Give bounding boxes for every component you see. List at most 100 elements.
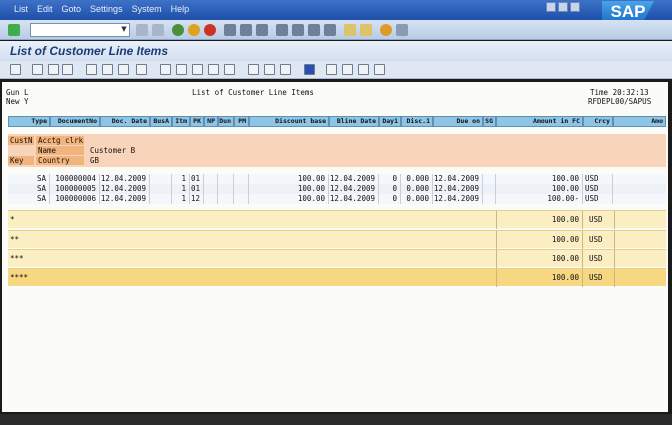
- col-documentno[interactable]: DocumentNo: [50, 116, 100, 127]
- change-layout-icon[interactable]: [280, 64, 291, 75]
- title-bar: List of Customer Line Items: [0, 41, 672, 61]
- cell-dun: [218, 184, 234, 194]
- menu-edit[interactable]: Edit: [37, 4, 53, 14]
- last-page-icon-2[interactable]: [374, 64, 385, 75]
- help-icon[interactable]: [380, 24, 392, 36]
- col-due-on[interactable]: Due on: [433, 116, 483, 127]
- new-session-icon[interactable]: [344, 24, 356, 36]
- next-page-icon[interactable]: [308, 24, 320, 36]
- menu-goto[interactable]: Goto: [62, 4, 82, 14]
- print-icon[interactable]: [224, 24, 236, 36]
- shortcut-icon[interactable]: [360, 24, 372, 36]
- close-icon[interactable]: [570, 2, 580, 12]
- enter-icon[interactable]: [8, 24, 20, 36]
- col-pm[interactable]: PM: [234, 116, 249, 127]
- col-type[interactable]: Type: [8, 116, 50, 127]
- back-icon[interactable]: [172, 24, 184, 36]
- cell-day1: 0: [379, 184, 401, 194]
- col-amount-lc[interactable]: Amo: [613, 116, 666, 127]
- mail-icon[interactable]: [192, 64, 203, 75]
- col-busa[interactable]: BusA: [150, 116, 172, 127]
- cell-np: [204, 174, 218, 184]
- abc-analysis-icon[interactable]: [224, 64, 235, 75]
- sort-icon[interactable]: [118, 64, 129, 75]
- details-icon[interactable]: [160, 64, 171, 75]
- cell-itm: 1: [172, 184, 190, 194]
- menu-settings[interactable]: Settings: [90, 4, 123, 14]
- total-currency: USD: [587, 231, 615, 249]
- cell-due-on: 12.04.2009: [433, 184, 483, 194]
- layout-icon[interactable]: [396, 24, 408, 36]
- filter-icon[interactable]: [48, 64, 59, 75]
- sum-icon[interactable]: [86, 64, 97, 75]
- total-row-level4[interactable]: **** 100.00 USD: [8, 268, 666, 287]
- cell-discount-base: 100.00: [249, 194, 329, 204]
- col-discount-base[interactable]: Discount base: [249, 116, 329, 127]
- cell-documentno: 100000005: [50, 184, 100, 194]
- menu-help[interactable]: Help: [171, 4, 190, 14]
- print-preview-icon[interactable]: [32, 64, 43, 75]
- total-row-level1[interactable]: * 100.00 USD: [8, 210, 666, 229]
- save-icon[interactable]: [136, 24, 148, 36]
- previous-page-icon[interactable]: [292, 24, 304, 36]
- cell-bline-date: 12.04.2009: [329, 184, 379, 194]
- col-np[interactable]: NP: [204, 116, 218, 127]
- country-label: Country: [36, 156, 84, 165]
- export-icon[interactable]: [176, 64, 187, 75]
- col-dun[interactable]: Dun: [218, 116, 234, 127]
- col-disc1[interactable]: Disc.1: [401, 116, 433, 127]
- total-row-level2[interactable]: ** 100.00 USD: [8, 230, 666, 249]
- minimize-icon[interactable]: [546, 2, 556, 12]
- next-page-icon-2[interactable]: [358, 64, 369, 75]
- table-row[interactable]: SA 100000004 12.04.2009 1 01 100.00 12.0…: [8, 174, 666, 184]
- cell-amount-fc: 100.00-: [496, 194, 583, 204]
- chevron-down-icon[interactable]: ▼: [120, 25, 128, 35]
- col-bline-date[interactable]: Bline Date: [329, 116, 379, 127]
- col-crcy[interactable]: Crcy: [583, 116, 613, 127]
- columns-icon[interactable]: [264, 64, 275, 75]
- menu-list[interactable]: List: [14, 4, 28, 14]
- last-page-icon[interactable]: [324, 24, 336, 36]
- cell-sg: [483, 174, 496, 184]
- cell-pm: [234, 174, 249, 184]
- maximize-icon[interactable]: [558, 2, 568, 12]
- first-page-icon[interactable]: [276, 24, 288, 36]
- cancel-icon[interactable]: [204, 24, 216, 36]
- status-bar: [0, 414, 672, 425]
- cell-dun: [218, 194, 234, 204]
- total-row-level3[interactable]: *** 100.00 USD: [8, 249, 666, 268]
- table-row[interactable]: SA 100000006 12.04.2009 1 12 100.00 12.0…: [8, 194, 666, 204]
- previous-page-icon-2[interactable]: [342, 64, 353, 75]
- command-field[interactable]: ▼: [30, 23, 130, 37]
- save-icon-2[interactable]: [152, 24, 164, 36]
- cell-dun: [218, 174, 234, 184]
- col-itm[interactable]: Itm: [172, 116, 190, 127]
- total-amount: 100.00: [496, 211, 583, 229]
- cell-pk: 01: [190, 174, 204, 184]
- col-day1[interactable]: Day1: [379, 116, 401, 127]
- select-layout-icon[interactable]: [136, 64, 147, 75]
- menu-system[interactable]: System: [132, 4, 162, 14]
- cell-discount-base: 100.00: [249, 174, 329, 184]
- exit-icon[interactable]: [188, 24, 200, 36]
- cell-documentno: 100000006: [50, 194, 100, 204]
- info-icon[interactable]: [304, 64, 315, 75]
- col-doc-date[interactable]: Doc. Date: [100, 116, 150, 127]
- grid-icon[interactable]: [248, 64, 259, 75]
- report-title: List of Customer Line Items: [192, 88, 314, 97]
- table-row[interactable]: SA 100000005 12.04.2009 1 01 100.00 12.0…: [8, 184, 666, 194]
- filter-delete-icon[interactable]: [62, 64, 73, 75]
- first-page-icon-2[interactable]: [326, 64, 337, 75]
- cell-pm: [234, 184, 249, 194]
- subtotal-icon[interactable]: [102, 64, 113, 75]
- find-icon[interactable]: [240, 24, 252, 36]
- col-sg[interactable]: SG: [483, 116, 496, 127]
- cell-doc-date: 12.04.2009: [100, 194, 150, 204]
- col-amount-fc[interactable]: Amount in FC: [496, 116, 583, 127]
- header-time: Time 20:32:13: [590, 88, 649, 97]
- refresh-icon[interactable]: [10, 64, 21, 75]
- graphic-icon[interactable]: [208, 64, 219, 75]
- col-pk[interactable]: PK: [190, 116, 204, 127]
- cell-np: [204, 184, 218, 194]
- find-next-icon[interactable]: [256, 24, 268, 36]
